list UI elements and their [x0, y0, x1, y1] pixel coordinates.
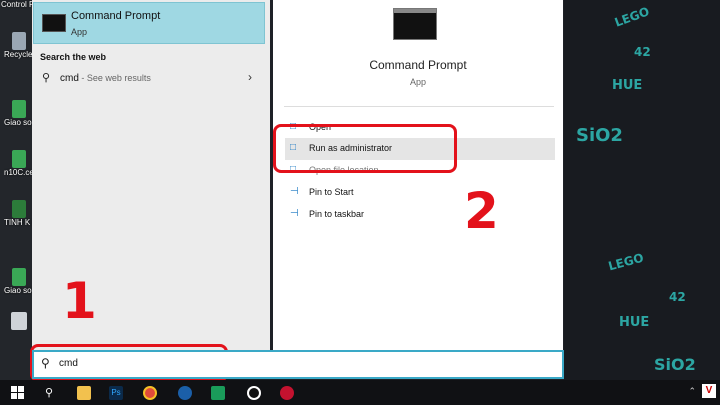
taskbar-app[interactable] [175, 383, 195, 402]
search-web-heading: Search the web [40, 52, 107, 62]
preview-title: Command Prompt [369, 58, 467, 72]
taskbar-app[interactable]: Ps [106, 383, 126, 402]
best-match-title: Command Prompt [71, 10, 161, 22]
document-icon [12, 150, 26, 168]
desktop-icon[interactable]: n10C.ce [4, 150, 34, 177]
search-icon: ⚲ [42, 72, 51, 84]
wallpaper-doodle: 42 [669, 290, 686, 304]
search-icon: ⚲ [41, 356, 50, 370]
system-tray: ⌃ V [688, 384, 716, 398]
wallpaper-doodle: SiO2 [576, 125, 623, 146]
taskbar-app[interactable] [244, 383, 264, 402]
best-match-subtitle: App [71, 27, 88, 37]
start-button[interactable] [7, 383, 27, 402]
autocad-icon [280, 385, 294, 400]
recycle-bin-icon [12, 32, 26, 50]
desktop-icon[interactable]: TINH K CAU AO [4, 200, 38, 227]
tray-app-icon[interactable]: V [702, 384, 716, 398]
command-prompt-icon [393, 8, 437, 40]
command-prompt-icon [42, 14, 66, 32]
wallpaper-doodle: HUE [619, 315, 650, 330]
taskbar: ⚲ Ps ⌃ V [0, 380, 720, 405]
document-icon [12, 100, 26, 118]
spreadsheet-icon [12, 200, 26, 218]
pin-icon: ⊣ [290, 208, 299, 219]
web-result-query: cmd [60, 73, 79, 84]
web-result-text: cmd - See web results [60, 73, 151, 84]
wallpaper-doodle: HUE [612, 78, 643, 93]
taskbar-app[interactable] [74, 383, 94, 402]
step-2-label: 2 [464, 182, 499, 240]
highlight-run-as-administrator [273, 124, 457, 173]
record-icon [247, 385, 261, 400]
wallpaper-doodle-area: LEGO HUE SiO2 42 LEGO HUE SiO2 42 [564, 0, 720, 380]
file-explorer-icon [77, 385, 91, 400]
desktop-icon[interactable] [4, 312, 34, 330]
chevron-up-icon[interactable]: ⌃ [688, 386, 696, 397]
preview-subtitle: App [409, 77, 426, 87]
desktop-icon[interactable]: Giao so TKMH- [4, 268, 38, 295]
image-icon [11, 312, 27, 330]
desktop-icon[interactable]: Recycle [4, 32, 34, 59]
action-label: Pin to taskbar [309, 209, 365, 219]
desktop-icons-column: Control P Recycle Giao so TKMH- n10C.ce … [0, 0, 38, 380]
taskbar-search-box[interactable]: ⚲ cmd [32, 350, 564, 379]
chrome-icon [143, 385, 157, 400]
search-input[interactable]: cmd [59, 358, 78, 369]
web-result-row[interactable]: ⚲ cmd - See web results › [36, 65, 264, 91]
taskbar-app[interactable] [140, 383, 160, 402]
preview-divider [284, 106, 554, 107]
wallpaper-doodle: LEGO [612, 4, 652, 30]
windows-logo-icon [10, 386, 24, 399]
pin-icon: ⊣ [290, 186, 299, 197]
desktop-icon[interactable]: Control P [1, 0, 34, 9]
maps-icon [211, 385, 225, 400]
ultraviewer-icon [178, 385, 192, 400]
document-icon [12, 268, 26, 286]
photoshop-icon: Ps [109, 385, 123, 400]
wallpaper-doodle: SiO2 [654, 355, 696, 374]
action-label: Pin to Start [309, 187, 354, 197]
action-pin-to-taskbar[interactable]: ⊣ Pin to taskbar [285, 204, 555, 226]
wallpaper-doodle: 42 [634, 45, 651, 59]
chevron-right-icon: › [248, 70, 252, 84]
taskbar-app[interactable] [277, 383, 297, 402]
taskbar-app[interactable] [208, 383, 228, 402]
best-match-result[interactable]: Command Prompt App [33, 2, 265, 44]
wallpaper-doodle: LEGO [606, 250, 646, 274]
web-result-suffix: - See web results [78, 73, 151, 83]
desktop-icon[interactable]: Giao so TKMH- [4, 100, 38, 127]
search-button[interactable]: ⚲ [39, 383, 59, 402]
step-1-label: 1 [62, 272, 97, 330]
desktop-icon-label: Control P [1, 0, 35, 9]
action-pin-to-start[interactable]: ⊣ Pin to Start [285, 182, 555, 204]
search-icon: ⚲ [44, 387, 54, 399]
